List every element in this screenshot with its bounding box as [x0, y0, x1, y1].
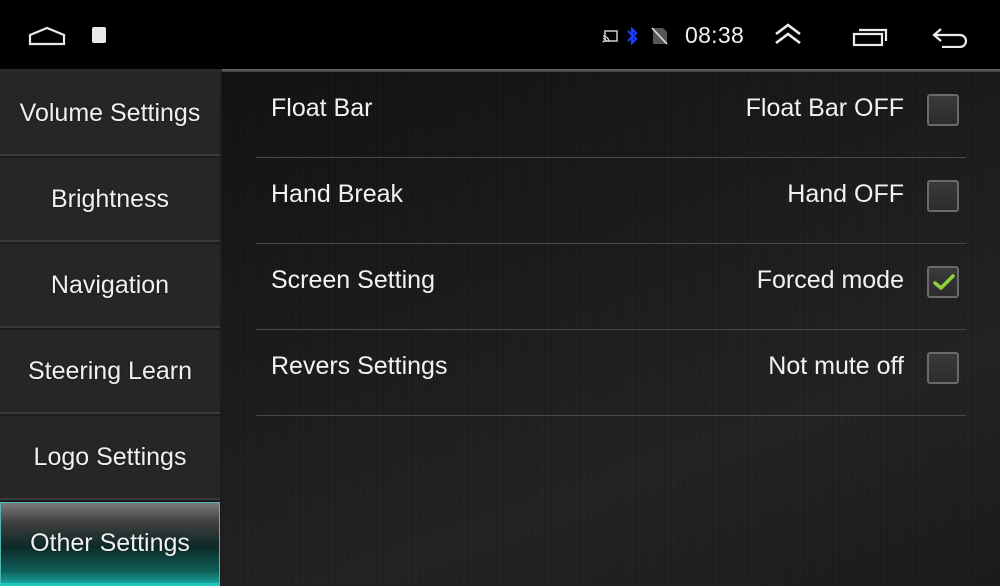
sidebar-item-brightness[interactable]: Brightness	[0, 158, 220, 242]
setting-status: Hand OFF	[787, 180, 904, 208]
sidebar-item-label: Other Settings	[30, 528, 190, 557]
setting-label: Float Bar	[271, 94, 373, 122]
settings-panel: Float Bar Float Bar OFF Hand Break Hand …	[222, 72, 1000, 586]
setting-row-revers-settings: Revers Settings Not mute off	[256, 330, 966, 416]
sidebar-item-navigation[interactable]: Navigation	[0, 244, 220, 328]
revers-settings-checkbox[interactable]	[927, 352, 959, 384]
setting-row-hand-break: Hand Break Hand OFF	[256, 158, 966, 244]
back-icon[interactable]	[932, 26, 970, 48]
bluetooth-icon	[627, 26, 638, 46]
recent-app-thumbnail-icon[interactable]	[92, 27, 106, 43]
sidebar-item-other-settings[interactable]: Other Settings	[0, 502, 220, 586]
settings-sidebar: Volume Settings Brightness Navigation St…	[0, 72, 222, 586]
setting-row-float-bar: Float Bar Float Bar OFF	[256, 72, 966, 158]
sidebar-item-label: Brightness	[50, 184, 170, 213]
sidebar-item-label: Volume Settings	[19, 98, 201, 127]
setting-label: Revers Settings	[271, 352, 448, 380]
recents-icon[interactable]	[852, 27, 888, 47]
screen-setting-checkbox[interactable]	[927, 266, 959, 298]
float-bar-checkbox[interactable]	[927, 94, 959, 126]
status-bar: 08:38	[0, 0, 1000, 70]
hand-break-checkbox[interactable]	[927, 180, 959, 212]
sidebar-item-label: Navigation	[50, 270, 170, 299]
sidebar-item-logo-settings[interactable]: Logo Settings	[0, 416, 220, 500]
expand-up-icon[interactable]	[773, 22, 803, 46]
clock: 08:38	[685, 22, 745, 48]
no-sim-icon	[651, 27, 668, 45]
setting-label: Screen Setting	[271, 266, 435, 294]
sidebar-item-steering-learn[interactable]: Steering Learn	[0, 330, 220, 414]
setting-status: Not mute off	[768, 352, 904, 380]
checkmark-icon	[933, 274, 955, 290]
sidebar-item-label: Logo Settings	[33, 442, 187, 471]
cast-icon	[602, 30, 618, 43]
home-icon[interactable]	[28, 26, 66, 46]
setting-status: Forced mode	[756, 266, 904, 294]
setting-row-screen-setting: Screen Setting Forced mode	[256, 244, 966, 330]
setting-label: Hand Break	[271, 180, 404, 208]
sidebar-item-label: Steering Learn	[27, 356, 192, 385]
sidebar-item-volume-settings[interactable]: Volume Settings	[0, 72, 220, 156]
setting-status: Float Bar OFF	[745, 94, 904, 122]
